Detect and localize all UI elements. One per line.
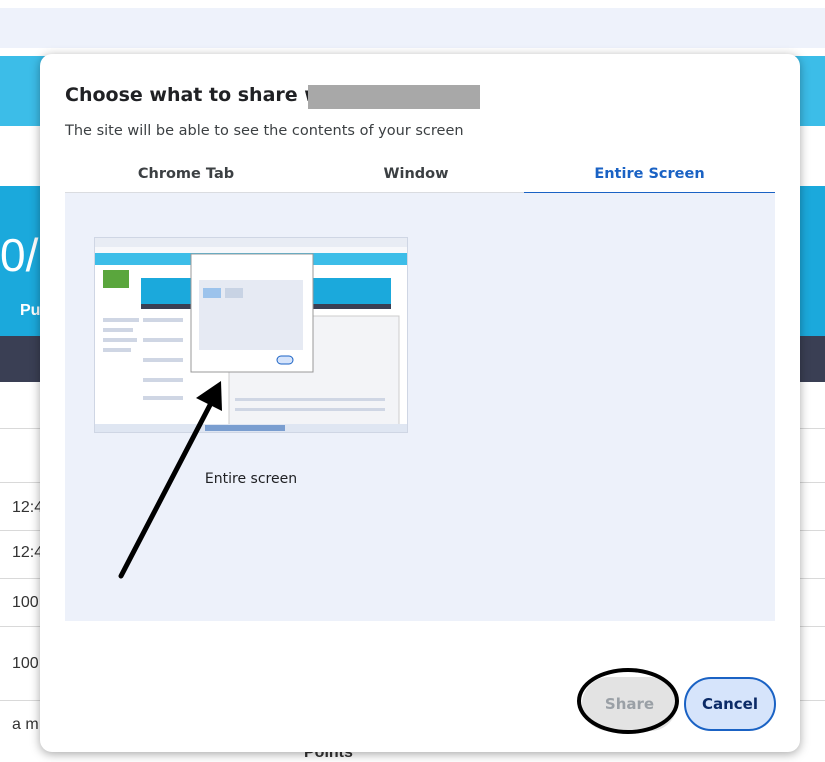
pointer-arrow-annotation (118, 381, 222, 579)
